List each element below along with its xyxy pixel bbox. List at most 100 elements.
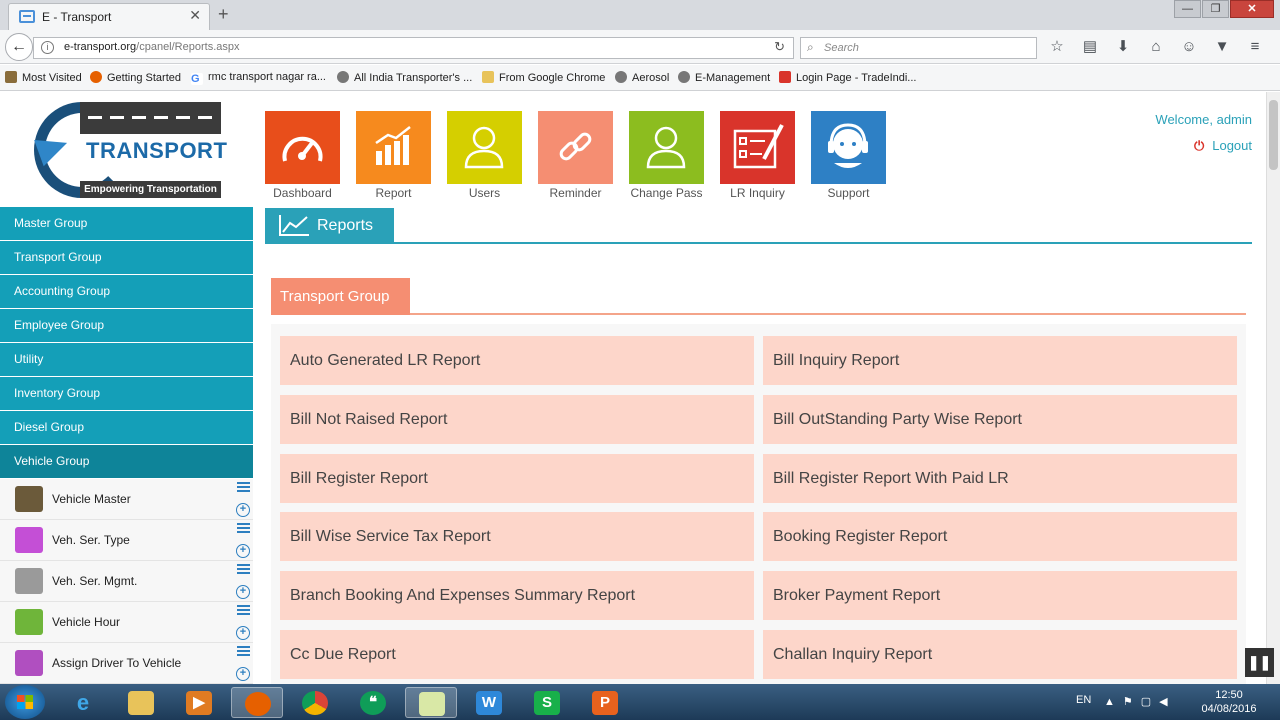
taskbar-sticky[interactable] (405, 687, 457, 718)
sidebar-subitem-vehicle-hour[interactable]: Vehicle Hour + (0, 602, 253, 643)
tile-change-pass[interactable]: Change Pass (629, 111, 704, 200)
report-link[interactable]: Booking Register Report (763, 512, 1237, 561)
url-path: /cpanel/Reports.aspx (136, 41, 240, 53)
tile-report[interactable]: Report (356, 111, 431, 200)
sidebar-item-master-group[interactable]: Master Group (0, 207, 253, 241)
sidebar-subitem-vehicle-master[interactable]: Vehicle Master + (0, 479, 253, 520)
site-info-icon[interactable]: i (41, 41, 54, 54)
bookmark-chrome-folder[interactable]: From Google Chrome (482, 71, 605, 84)
reload-icon[interactable]: ↻ (774, 39, 785, 55)
sidebar-subitem-veh-ser-mgmt[interactable]: Veh. Ser. Mgmt. + (0, 561, 253, 602)
report-link[interactable]: Bill Inquiry Report (763, 336, 1237, 385)
tab-transport-group[interactable]: Transport Group (271, 278, 410, 315)
bookmark-getting-started[interactable]: Getting Started (90, 71, 181, 84)
bookmark-tradeindia[interactable]: Login Page - TradeIndi... (779, 71, 916, 84)
sidebar-item-transport-group[interactable]: Transport Group (0, 241, 253, 275)
tile-dashboard[interactable]: Dashboard (265, 111, 340, 200)
sidebar-subitem-veh-ser-type[interactable]: Veh. Ser. Type + (0, 520, 253, 561)
add-icon[interactable]: + (236, 544, 250, 558)
subitem-label: Vehicle Master (52, 492, 131, 506)
sidebar-item-diesel-group[interactable]: Diesel Group (0, 411, 253, 445)
taskbar-firefox[interactable] (231, 687, 283, 718)
clock-time: 12:50 (1215, 689, 1243, 701)
report-link[interactable]: Bill Not Raised Report (280, 395, 754, 444)
sidebar-item-utility[interactable]: Utility (0, 343, 253, 377)
reading-list-icon[interactable]: ▤ (1079, 38, 1101, 56)
bookmark-star-icon[interactable]: ☆ (1046, 38, 1068, 56)
minimize-button[interactable]: — (1174, 0, 1201, 18)
taskbar-chrome[interactable] (289, 687, 341, 718)
tile-reminder[interactable]: Reminder (538, 111, 613, 200)
taskbar-wps-presentation[interactable]: P (579, 687, 631, 718)
search-bar[interactable]: ⌕ Search (800, 37, 1037, 59)
report-link[interactable]: Auto Generated LR Report (280, 336, 754, 385)
taskbar-ie[interactable]: e (57, 687, 109, 718)
list-icon[interactable] (237, 482, 250, 493)
logout-link[interactable]: ⏻ Logout (1194, 138, 1252, 154)
system-tray-icons[interactable]: ▲⚑▢◀ (1104, 695, 1176, 708)
sidebar-item-employee-group[interactable]: Employee Group (0, 309, 253, 343)
add-icon[interactable]: + (236, 667, 250, 681)
tab-close-icon[interactable]: ✕ (189, 7, 201, 24)
sidebar-subitem-assign-driver[interactable]: Assign Driver To Vehicle + (0, 643, 253, 684)
browser-tab[interactable]: E - Transport ✕ (8, 3, 210, 30)
report-link[interactable]: Bill Register Report (280, 454, 754, 503)
gear-folder-icon (5, 71, 17, 83)
taskbar-clock[interactable]: 12:50 04/08/2016 (1198, 688, 1260, 716)
url-bar[interactable]: i e-transport.org/cpanel/Reports.aspx ↻ (33, 37, 794, 59)
checklist-pen-icon (720, 111, 795, 184)
bookmark-label: From Google Chrome (499, 72, 606, 84)
add-icon[interactable]: + (236, 626, 250, 640)
sidebar-item-vehicle-group[interactable]: Vehicle Group (0, 445, 253, 479)
tile-support[interactable]: Support (811, 111, 886, 200)
download-icon[interactable]: ⬇ (1112, 38, 1134, 56)
report-link[interactable]: Bill Wise Service Tax Report (280, 512, 754, 561)
report-link[interactable]: Bill OutStanding Party Wise Report (763, 395, 1237, 444)
list-icon[interactable] (237, 646, 250, 657)
new-tab-button[interactable]: + (218, 4, 229, 25)
hourglass-icon (15, 609, 43, 635)
chat-icon[interactable]: ☺ (1178, 38, 1200, 56)
report-link[interactable]: Branch Booking And Expenses Summary Repo… (280, 571, 754, 620)
add-icon[interactable]: + (236, 585, 250, 599)
taskbar-wps-sheets[interactable]: S (521, 687, 573, 718)
sidebar-item-inventory-group[interactable]: Inventory Group (0, 377, 253, 411)
taskbar-media[interactable]: ▶ (173, 687, 225, 718)
taskbar-hangouts[interactable]: ❝ (347, 687, 399, 718)
list-icon[interactable] (237, 605, 250, 616)
bookmark-most-visited[interactable]: Most Visited (5, 71, 82, 84)
report-link[interactable]: Challan Inquiry Report (763, 630, 1237, 679)
tile-label: Support (827, 186, 870, 200)
taskbar-wps-writer[interactable]: W (463, 687, 515, 718)
pocket-icon[interactable]: ▼ (1211, 38, 1233, 56)
bookmark-aerosol[interactable]: Aerosol (615, 71, 669, 84)
start-button[interactable] (5, 685, 45, 719)
report-link[interactable]: Bill Register Report With Paid LR (763, 454, 1237, 503)
tile-label: Report (375, 186, 412, 200)
add-icon[interactable]: + (236, 503, 250, 517)
list-icon[interactable] (237, 564, 250, 575)
taskbar-explorer[interactable] (115, 687, 167, 718)
scroll-thumb[interactable] (1269, 100, 1278, 170)
bookmark-rmc[interactable]: Grmc transport nagar ra... (191, 71, 326, 85)
bookmark-e-management[interactable]: E-Management (678, 71, 770, 84)
tile-lr-inquiry[interactable]: LR Inquiry (720, 111, 795, 200)
back-button[interactable]: ← (5, 33, 33, 61)
home-icon[interactable]: ⌂ (1145, 38, 1167, 56)
bookmark-all-india[interactable]: All India Transporter's ... (337, 71, 472, 84)
close-window-button[interactable]: ✕ (1230, 0, 1274, 18)
sidebar-item-accounting-group[interactable]: Accounting Group (0, 275, 253, 309)
pause-button[interactable]: ❚❚ (1245, 648, 1274, 677)
language-indicator[interactable]: EN (1076, 694, 1091, 706)
hangouts-icon: ❝ (360, 691, 386, 715)
list-icon[interactable] (237, 523, 250, 534)
site-logo[interactable]: TRANSPORT Empowering Transportation (0, 92, 253, 207)
menu-icon[interactable]: ≡ (1244, 38, 1266, 56)
tab-reports[interactable]: Reports (265, 208, 394, 243)
page-scrollbar[interactable] (1266, 92, 1280, 684)
tile-users[interactable]: Users (447, 111, 522, 200)
report-link[interactable]: Cc Due Report (280, 630, 754, 679)
restore-button[interactable]: ❐ (1202, 0, 1229, 18)
user-icon (629, 111, 704, 184)
report-link[interactable]: Broker Payment Report (763, 571, 1237, 620)
